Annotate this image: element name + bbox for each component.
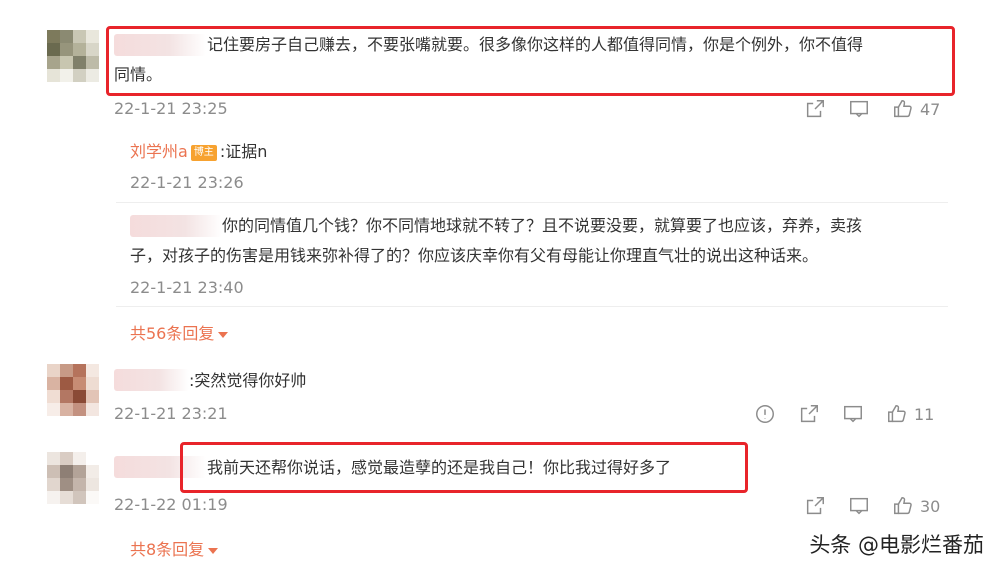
comment-text: :突然觉得你好帅 (189, 371, 307, 390)
share-icon (800, 405, 818, 423)
comment-icon (850, 100, 868, 118)
like-count: 11 (914, 404, 935, 424)
caret-down-icon (218, 331, 229, 338)
divider (116, 202, 948, 203)
reply-text-continued: 子，对孩子的伤害是用钱来弥补得了的？你应该庆幸你有父有母能让你理直气壮的说出这种… (130, 246, 819, 265)
comment-button[interactable] (842, 403, 864, 425)
comment-time: 22-1-21 23:25 (114, 99, 228, 118)
watermark: 头条 @电影烂番茄 (809, 533, 984, 557)
avatar[interactable] (47, 452, 99, 504)
more-replies-link[interactable]: 共8条回复 (130, 536, 219, 560)
username-blurred[interactable] (114, 369, 189, 391)
divider (116, 306, 948, 307)
share-button[interactable] (804, 98, 826, 120)
comment-actions: 47 (782, 97, 940, 121)
comment-icon (844, 405, 862, 423)
more-replies-label: 共56条回复 (130, 324, 215, 343)
like-button[interactable]: 11 (886, 403, 934, 425)
comment-icon (850, 497, 868, 515)
comment-button[interactable] (848, 495, 870, 517)
caret-down-icon (208, 547, 219, 554)
share-button[interactable] (804, 495, 826, 517)
comment-time: 22-1-21 23:21 (114, 404, 228, 423)
like-count: 47 (920, 99, 941, 119)
thumbs-up-icon (894, 497, 912, 515)
share-icon (806, 100, 824, 118)
highlight-box (106, 26, 955, 96)
reply-text: 你的同情值几个钱？你不同情地球就不转了？且不说要没要，就算要了也应该，弃养，卖孩 (222, 216, 863, 235)
comment-button[interactable] (848, 98, 870, 120)
like-count: 30 (920, 496, 941, 516)
author-badge: 博主 (190, 145, 217, 161)
highlight-box (180, 442, 748, 493)
thumbs-up-icon (888, 405, 906, 423)
comment-time: 22-1-22 01:19 (114, 495, 228, 514)
avatar[interactable] (47, 30, 99, 82)
like-button[interactable]: 30 (892, 495, 940, 517)
more-replies-label: 共8条回复 (130, 540, 205, 559)
share-button[interactable] (798, 403, 820, 425)
comment-actions: 11 (732, 402, 934, 426)
reply-username[interactable]: 刘学州a (130, 142, 188, 161)
reply-item: 刘学州a 博主:证据n (130, 139, 267, 165)
comment-actions: 30 (782, 494, 940, 518)
like-button[interactable]: 47 (892, 98, 940, 120)
share-icon (806, 497, 824, 515)
report-icon (756, 405, 774, 423)
reply-time: 22-1-21 23:26 (130, 173, 244, 192)
thumbs-up-icon (894, 100, 912, 118)
reply-time: 22-1-21 23:40 (130, 278, 244, 297)
more-replies-link[interactable]: 共56条回复 (130, 320, 229, 344)
reply-text: :证据n (219, 142, 268, 161)
reply-username-blurred[interactable] (130, 215, 222, 237)
avatar[interactable] (47, 364, 99, 416)
report-button[interactable] (754, 403, 776, 425)
